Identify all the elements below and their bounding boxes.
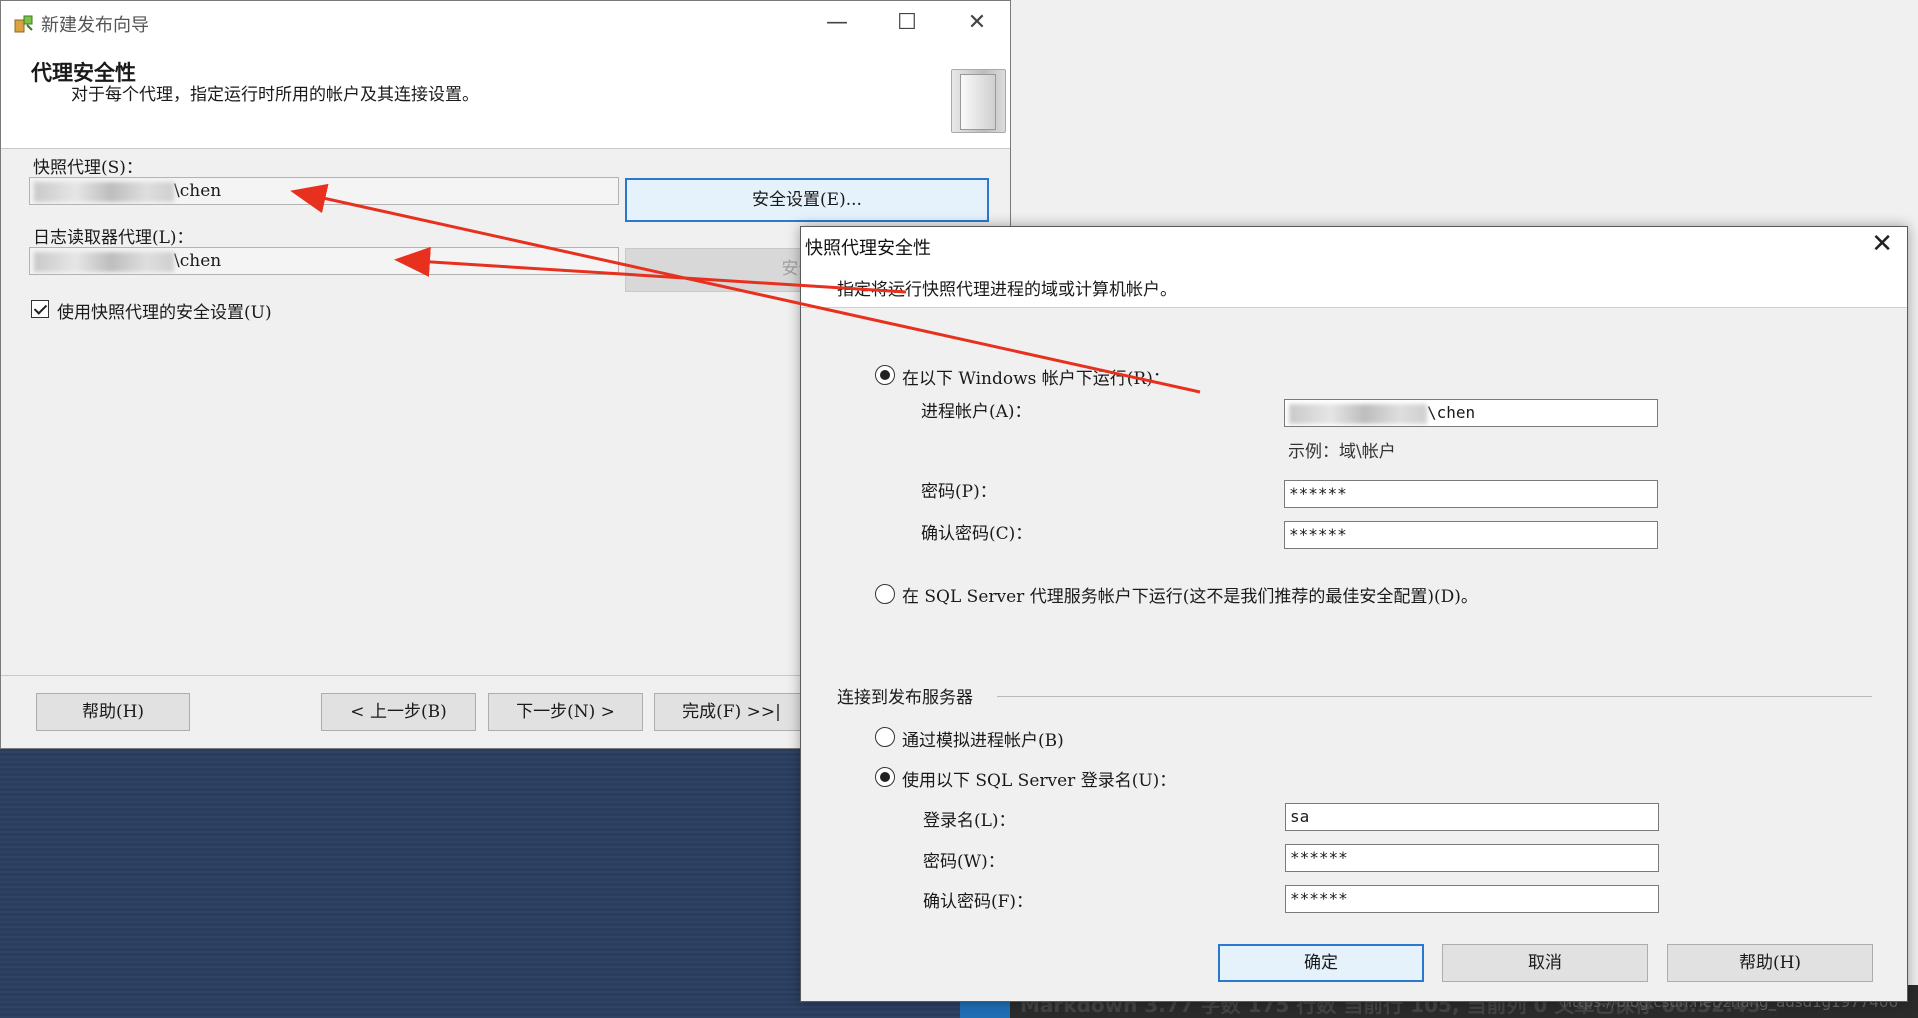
- close-icon[interactable]: ✕: [951, 7, 1003, 39]
- radio-windows-account-label: 在以下 Windows 帐户下运行(R)：: [902, 369, 1170, 389]
- dialog-titlebar: 快照代理安全性 ✕: [801, 227, 1907, 265]
- security-settings-button[interactable]: 安全设置(E)...: [625, 178, 989, 222]
- logreader-agent-label: 日志读取器代理(L)：: [33, 228, 194, 248]
- process-account-label: 进程帐户(A)：: [921, 402, 1032, 422]
- maximize-icon[interactable]: ☐: [881, 7, 933, 39]
- radio-sqlagent-account[interactable]: [875, 584, 895, 604]
- redacted-text: [1289, 403, 1427, 424]
- radio-impersonate[interactable]: [875, 727, 895, 747]
- radio-impersonate-label: 通过模拟进程帐户(B): [902, 731, 1064, 751]
- radio-sql-login[interactable]: [875, 767, 895, 787]
- process-account-input[interactable]: \chen: [1284, 399, 1658, 427]
- login-password-label: 密码(W)：: [923, 852, 1005, 872]
- dialog-instruction: 指定将运行快照代理进程的域或计算机帐户。: [837, 280, 1177, 300]
- login-input[interactable]: sa: [1285, 803, 1659, 831]
- group-label: 连接到发布服务器: [837, 688, 973, 708]
- group-divider: [997, 696, 1872, 697]
- ok-button[interactable]: 确定: [1218, 944, 1424, 982]
- use-snapshot-settings-checkbox[interactable]: [31, 300, 49, 318]
- use-snapshot-settings-label: 使用快照代理的安全设置(U): [57, 303, 272, 323]
- cancel-button[interactable]: 取消: [1442, 944, 1648, 982]
- password-input[interactable]: ******: [1284, 480, 1658, 508]
- redacted-text: [34, 251, 174, 272]
- logreader-agent-field: \chen: [29, 247, 619, 275]
- radio-windows-account[interactable]: [875, 365, 895, 385]
- login-password-input[interactable]: ******: [1285, 844, 1659, 872]
- radio-sql-login-label: 使用以下 SQL Server 登录名(U)：: [902, 771, 1177, 791]
- snapshot-agent-field: \chen: [29, 177, 619, 205]
- redacted-text: [34, 181, 174, 202]
- confirm-password-label: 确认密码(C)：: [921, 524, 1033, 544]
- dialog-title: 快照代理安全性: [805, 238, 931, 259]
- app-icon: [14, 15, 33, 33]
- page-subtitle: 对于每个代理，指定运行时所用的帐户及其连接设置。: [71, 85, 479, 105]
- example-text: 示例：域\帐户: [1288, 442, 1396, 462]
- wizard-titlebar: 新建发布向导 — ☐ ✕: [1, 1, 1010, 45]
- snapshot-agent-security-dialog: 快照代理安全性 ✕ 指定将运行快照代理进程的域或计算机帐户。 在以下 Windo…: [800, 226, 1908, 1002]
- window-title: 新建发布向导: [41, 15, 149, 36]
- wizard-header: 代理安全性 对于每个代理，指定运行时所用的帐户及其连接设置。: [1, 45, 1010, 149]
- dialog-instruction-panel: 指定将运行快照代理进程的域或计算机帐户。: [801, 265, 1907, 308]
- book-icon: [951, 69, 1006, 133]
- login-confirm-input[interactable]: ******: [1285, 885, 1659, 913]
- dialog-help-button[interactable]: 帮助(H): [1667, 944, 1873, 982]
- help-button[interactable]: 帮助(H): [36, 693, 190, 731]
- back-button[interactable]: < 上一步(B): [321, 693, 476, 731]
- radio-sqlagent-account-label: 在 SQL Server 代理服务帐户下运行(这不是我们推荐的最佳安全配置)(D…: [902, 587, 1478, 607]
- next-button[interactable]: 下一步(N) >: [488, 693, 643, 731]
- minimize-icon[interactable]: —: [811, 7, 863, 39]
- login-confirm-label: 确认密码(F)：: [923, 892, 1034, 912]
- login-label: 登录名(L)：: [923, 811, 1016, 831]
- confirm-password-input[interactable]: ******: [1284, 521, 1658, 549]
- close-icon[interactable]: ✕: [1871, 229, 1893, 259]
- password-label: 密码(P)：: [921, 482, 997, 502]
- snapshot-agent-label: 快照代理(S)：: [33, 158, 143, 178]
- finish-button[interactable]: 完成(F) >>|: [654, 693, 809, 731]
